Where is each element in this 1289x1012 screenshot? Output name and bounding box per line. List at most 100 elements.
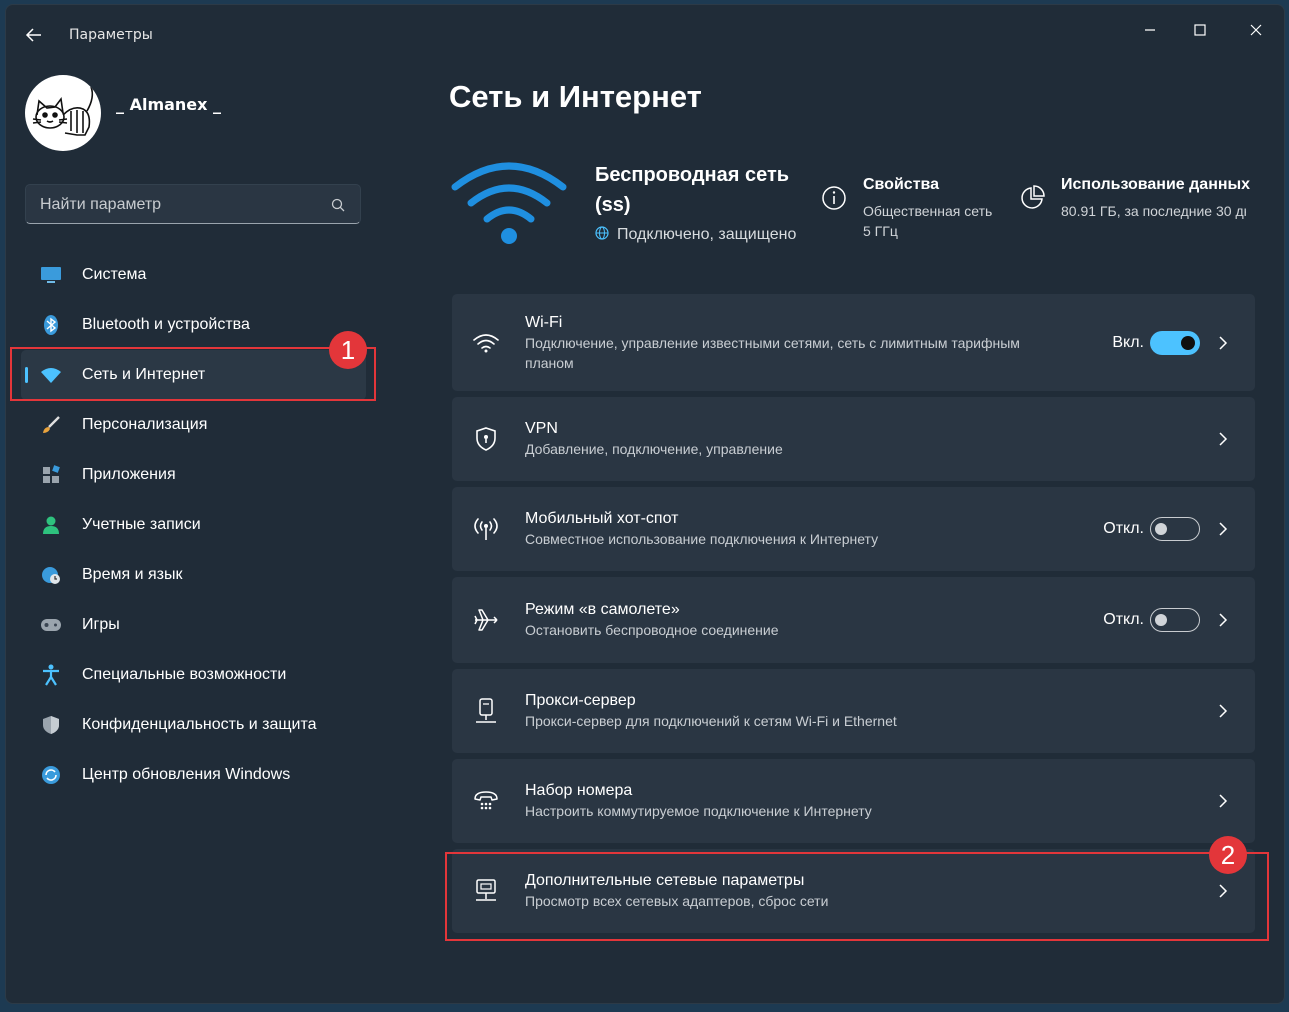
network-profile: Общественная сеть — [863, 203, 993, 219]
globe-clock-icon — [40, 564, 62, 586]
toggle-knob — [1155, 522, 1167, 535]
card-description: Совместное использование подключения к И… — [525, 531, 879, 547]
card-description: Настроить коммутируемое подключение к Ин… — [525, 803, 872, 819]
toggle-state-label: Вкл. — [1112, 333, 1144, 351]
person-icon — [40, 514, 62, 536]
sidebar-item-label: Специальные возможности — [82, 666, 287, 683]
chevron-right-icon — [1219, 704, 1228, 718]
sidebar-item-label: Bluetooth и устройства — [82, 316, 250, 333]
title-bar: Параметры — [6, 5, 1284, 63]
network-status-text: Подключено, защищено — [617, 226, 797, 243]
card-description: Подключение, управление известными сетям… — [525, 334, 1020, 371]
toggle-state-label: Откл. — [1103, 520, 1144, 537]
avatar[interactable] — [25, 75, 101, 151]
network-name: Беспроводная сеть (ss) — [595, 164, 790, 216]
sidebar-item-label: Время и язык — [82, 566, 183, 583]
airplane-mode-toggle[interactable] — [1150, 608, 1200, 632]
card-title: Набор номера — [525, 782, 633, 799]
toggle-knob — [1155, 613, 1167, 626]
sidebar-item-system[interactable]: Система — [21, 250, 366, 300]
sidebar-item-apps[interactable]: Приложения — [21, 450, 366, 500]
airplane-icon — [472, 606, 500, 634]
card-dial-up[interactable]: Набор номера Настроить коммутируемое под… — [452, 759, 1255, 843]
app-title: Параметры — [69, 27, 153, 43]
apps-icon — [40, 464, 62, 486]
card-title: Режим «в самолете» — [525, 601, 680, 618]
sidebar-nav: Система Bluetooth и устройства Сеть и Ин… — [21, 250, 366, 800]
step-marker-1: 1 — [329, 331, 367, 369]
proxy-icon — [472, 697, 500, 725]
data-usage-icon[interactable] — [1019, 185, 1045, 211]
network-band: 5 ГГц — [863, 223, 898, 239]
sidebar-item-label: Персонализация — [82, 416, 208, 433]
chevron-right-icon — [1219, 522, 1228, 536]
data-usage-link[interactable]: Использование данных — [1061, 176, 1283, 194]
card-title: VPN — [525, 420, 558, 437]
card-description: Добавление, подключение, управление — [525, 441, 783, 457]
monitor-icon — [40, 264, 62, 286]
hotspot-icon — [472, 515, 500, 543]
sidebar-item-label: Система — [82, 266, 147, 283]
sidebar-item-label: Центр обновления Windows — [82, 766, 291, 783]
chevron-right-icon — [1219, 335, 1228, 350]
chevron-right-icon — [1219, 794, 1228, 808]
network-status: Подключено, защищено — [595, 226, 815, 244]
search-placeholder: Найти параметр — [40, 196, 162, 213]
gamepad-icon — [40, 614, 62, 636]
toggle-state-label: Откл. — [1103, 611, 1144, 628]
sidebar-item-label: Учетные записи — [82, 516, 201, 533]
globe-icon — [595, 226, 609, 240]
bluetooth-icon — [40, 314, 62, 336]
highlight-box-1 — [10, 347, 376, 401]
sidebar-item-windows-update[interactable]: Центр обновления Windows — [21, 750, 366, 800]
highlight-box-2 — [445, 852, 1269, 941]
shield-icon — [40, 714, 62, 736]
page-title: Сеть и Интернет — [449, 79, 702, 114]
maximize-button[interactable] — [1177, 15, 1223, 45]
data-usage-amount: 80.91 ГБ, за последние 30 дней — [1061, 203, 1246, 219]
settings-list: Wi-Fi Подключение, управление известными… — [452, 294, 1255, 939]
hotspot-toggle[interactable] — [1150, 517, 1200, 541]
info-icon[interactable] — [821, 185, 847, 211]
wifi-icon — [472, 329, 500, 357]
card-title: Wi-Fi — [525, 313, 563, 331]
sidebar-item-privacy[interactable]: Конфиденциальность и защита — [21, 700, 366, 750]
update-icon — [40, 764, 62, 786]
toggle-knob — [1181, 335, 1195, 350]
brush-icon — [40, 414, 62, 436]
sidebar-item-personalization[interactable]: Персонализация — [21, 400, 366, 450]
minimize-button[interactable] — [1127, 15, 1173, 45]
properties-link[interactable]: Свойства — [863, 176, 939, 194]
card-airplane-mode[interactable]: Режим «в самолете» Остановить беспроводн… — [452, 577, 1255, 663]
card-wifi[interactable]: Wi-Fi Подключение, управление известными… — [452, 294, 1255, 391]
sidebar-item-accounts[interactable]: Учетные записи — [21, 500, 366, 550]
close-button[interactable] — [1233, 15, 1279, 45]
card-title: Мобильный хот-спот — [525, 510, 679, 527]
card-description: Прокси-сервер для подключений к сетям Wi… — [525, 713, 897, 729]
accessibility-icon — [40, 664, 62, 686]
card-description: Остановить беспроводное соединение — [525, 622, 779, 638]
dialup-icon — [472, 787, 500, 815]
sidebar-item-accessibility[interactable]: Специальные возможности — [21, 650, 366, 700]
cat-avatar-icon — [32, 86, 94, 136]
card-hotspot[interactable]: Мобильный хот-спот Совместное использова… — [452, 487, 1255, 571]
wifi-toggle[interactable] — [1150, 330, 1200, 355]
wifi-large-icon — [451, 162, 567, 244]
card-title: Прокси-сервер — [525, 692, 636, 709]
search-icon — [331, 198, 345, 212]
vpn-shield-icon — [472, 425, 500, 453]
chevron-right-icon — [1219, 432, 1228, 446]
user-name: _ Almanex _ — [116, 95, 222, 114]
sidebar-item-label: Приложения — [82, 466, 176, 483]
sidebar-item-label: Конфиденциальность и защита — [82, 716, 317, 733]
search-input[interactable]: Найти параметр — [25, 184, 361, 224]
card-vpn[interactable]: VPN Добавление, подключение, управление — [452, 397, 1255, 481]
sidebar-item-label: Игры — [82, 616, 120, 633]
back-arrow-icon[interactable] — [24, 25, 44, 45]
step-marker-2: 2 — [1209, 836, 1247, 874]
chevron-right-icon — [1219, 613, 1228, 627]
sidebar-item-time-language[interactable]: Время и язык — [21, 550, 366, 600]
sidebar-item-bluetooth[interactable]: Bluetooth и устройства — [21, 300, 366, 350]
sidebar-item-gaming[interactable]: Игры — [21, 600, 366, 650]
card-proxy[interactable]: Прокси-сервер Прокси-сервер для подключе… — [452, 669, 1255, 753]
